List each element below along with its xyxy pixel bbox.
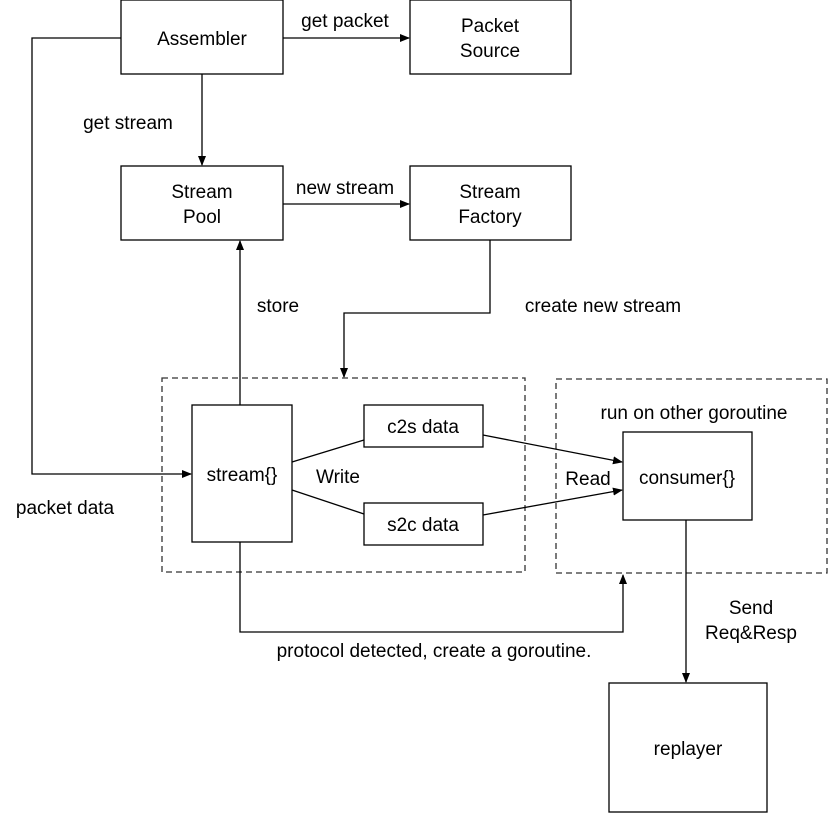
label-packet-data: packet data xyxy=(16,498,115,519)
node-assembler-label: Assembler xyxy=(157,29,247,50)
node-replayer: replayer xyxy=(608,682,768,813)
edge-read-s2c xyxy=(482,487,623,516)
node-c2s-label: c2s data xyxy=(387,417,459,438)
node-c2s-data: c2s data xyxy=(363,404,484,448)
node-stream: stream{} xyxy=(191,404,293,543)
architecture-diagram: run on other goroutine get packet get st… xyxy=(16,0,828,813)
label-get-stream: get stream xyxy=(83,113,173,134)
node-stream-factory-line2: Factory xyxy=(458,207,522,228)
node-stream-pool-line1: Stream xyxy=(171,182,232,203)
node-packet-source: Packet Source xyxy=(409,0,572,75)
node-s2c-data: s2c data xyxy=(363,502,484,546)
consumer-group-label: run on other goroutine xyxy=(601,403,788,424)
node-stream-factory: Stream Factory xyxy=(409,165,572,241)
label-protocol-detected: protocol detected, create a goroutine. xyxy=(277,641,592,662)
edge-write-s2c xyxy=(291,489,365,515)
label-create-new-stream: create new stream xyxy=(525,296,681,317)
node-stream-pool: Stream Pool xyxy=(120,165,284,241)
node-s2c-label: s2c data xyxy=(387,515,459,536)
label-store: store xyxy=(257,296,299,317)
label-new-stream: new stream xyxy=(296,178,394,199)
node-stream-factory-line1: Stream xyxy=(459,182,520,203)
edge-write-c2s xyxy=(291,439,365,463)
edge-create-new-stream xyxy=(340,240,491,378)
node-consumer: consumer{} xyxy=(622,431,753,521)
node-replayer-label: replayer xyxy=(654,739,723,760)
label-write: Write xyxy=(316,467,360,488)
node-packet-source-line2: Source xyxy=(460,41,520,62)
label-req-resp: Req&Resp xyxy=(705,623,797,644)
label-get-packet: get packet xyxy=(301,11,389,32)
node-stream-label: stream{} xyxy=(207,465,278,486)
label-read: Read xyxy=(565,469,610,490)
node-consumer-label: consumer{} xyxy=(639,468,735,489)
edge-read-c2s xyxy=(482,434,623,465)
node-packet-source-line1: Packet xyxy=(461,16,520,37)
edge-packet-data xyxy=(31,37,192,478)
label-send: Send xyxy=(729,598,773,619)
node-assembler: Assembler xyxy=(120,0,284,75)
node-stream-pool-line2: Pool xyxy=(183,207,221,228)
edge-protocol-detected xyxy=(239,542,627,633)
